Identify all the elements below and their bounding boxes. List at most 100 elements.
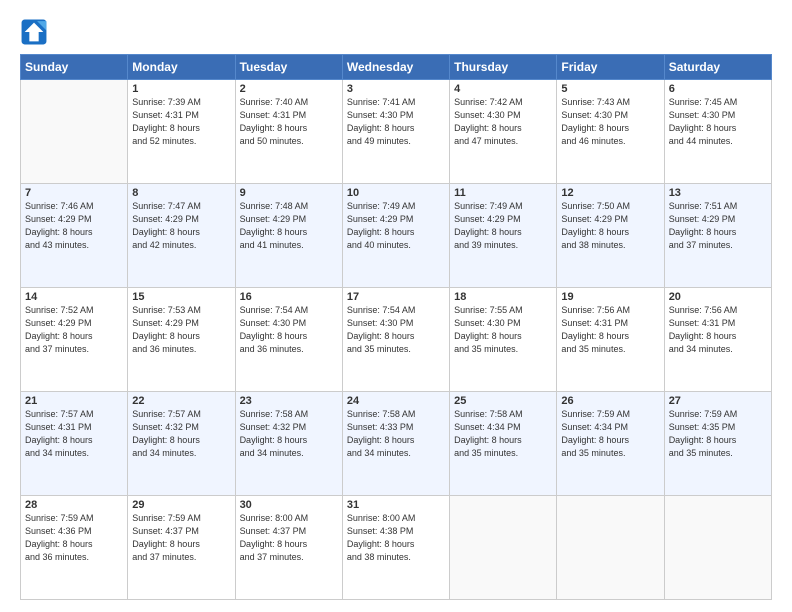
- day-info: Sunrise: 7:48 AM Sunset: 4:29 PM Dayligh…: [240, 200, 338, 252]
- day-number: 13: [669, 187, 767, 199]
- calendar-cell: 19Sunrise: 7:56 AM Sunset: 4:31 PM Dayli…: [557, 288, 664, 392]
- day-number: 17: [347, 291, 445, 303]
- calendar-cell: 27Sunrise: 7:59 AM Sunset: 4:35 PM Dayli…: [664, 392, 771, 496]
- day-number: 24: [347, 395, 445, 407]
- calendar-cell: 3Sunrise: 7:41 AM Sunset: 4:30 PM Daylig…: [342, 80, 449, 184]
- day-number: 16: [240, 291, 338, 303]
- day-info: Sunrise: 7:56 AM Sunset: 4:31 PM Dayligh…: [561, 304, 659, 356]
- calendar-cell: 7Sunrise: 7:46 AM Sunset: 4:29 PM Daylig…: [21, 184, 128, 288]
- day-info: Sunrise: 7:53 AM Sunset: 4:29 PM Dayligh…: [132, 304, 230, 356]
- calendar-cell: 30Sunrise: 8:00 AM Sunset: 4:37 PM Dayli…: [235, 496, 342, 600]
- day-number: 7: [25, 187, 123, 199]
- calendar-cell: 11Sunrise: 7:49 AM Sunset: 4:29 PM Dayli…: [450, 184, 557, 288]
- calendar-cell: 16Sunrise: 7:54 AM Sunset: 4:30 PM Dayli…: [235, 288, 342, 392]
- weekday-header-thursday: Thursday: [450, 55, 557, 80]
- day-number: 29: [132, 499, 230, 511]
- day-info: Sunrise: 7:39 AM Sunset: 4:31 PM Dayligh…: [132, 96, 230, 148]
- day-number: 20: [669, 291, 767, 303]
- weekday-header-wednesday: Wednesday: [342, 55, 449, 80]
- calendar-cell: [450, 496, 557, 600]
- weekday-header-monday: Monday: [128, 55, 235, 80]
- day-number: 23: [240, 395, 338, 407]
- calendar-week-row: 28Sunrise: 7:59 AM Sunset: 4:36 PM Dayli…: [21, 496, 772, 600]
- calendar-cell: 4Sunrise: 7:42 AM Sunset: 4:30 PM Daylig…: [450, 80, 557, 184]
- day-number: 25: [454, 395, 552, 407]
- day-number: 10: [347, 187, 445, 199]
- day-info: Sunrise: 7:56 AM Sunset: 4:31 PM Dayligh…: [669, 304, 767, 356]
- day-info: Sunrise: 7:40 AM Sunset: 4:31 PM Dayligh…: [240, 96, 338, 148]
- day-info: Sunrise: 7:58 AM Sunset: 4:33 PM Dayligh…: [347, 408, 445, 460]
- weekday-header-tuesday: Tuesday: [235, 55, 342, 80]
- calendar-week-row: 7Sunrise: 7:46 AM Sunset: 4:29 PM Daylig…: [21, 184, 772, 288]
- day-number: 5: [561, 83, 659, 95]
- weekday-header-sunday: Sunday: [21, 55, 128, 80]
- calendar-cell: [21, 80, 128, 184]
- day-number: 3: [347, 83, 445, 95]
- day-info: Sunrise: 7:50 AM Sunset: 4:29 PM Dayligh…: [561, 200, 659, 252]
- day-number: 27: [669, 395, 767, 407]
- calendar-cell: 18Sunrise: 7:55 AM Sunset: 4:30 PM Dayli…: [450, 288, 557, 392]
- calendar-cell: 23Sunrise: 7:58 AM Sunset: 4:32 PM Dayli…: [235, 392, 342, 496]
- calendar-cell: 20Sunrise: 7:56 AM Sunset: 4:31 PM Dayli…: [664, 288, 771, 392]
- calendar-cell: 15Sunrise: 7:53 AM Sunset: 4:29 PM Dayli…: [128, 288, 235, 392]
- day-info: Sunrise: 8:00 AM Sunset: 4:37 PM Dayligh…: [240, 512, 338, 564]
- day-number: 30: [240, 499, 338, 511]
- calendar-cell: 26Sunrise: 7:59 AM Sunset: 4:34 PM Dayli…: [557, 392, 664, 496]
- calendar-week-row: 1Sunrise: 7:39 AM Sunset: 4:31 PM Daylig…: [21, 80, 772, 184]
- calendar-cell: 22Sunrise: 7:57 AM Sunset: 4:32 PM Dayli…: [128, 392, 235, 496]
- calendar-cell: 5Sunrise: 7:43 AM Sunset: 4:30 PM Daylig…: [557, 80, 664, 184]
- day-info: Sunrise: 7:46 AM Sunset: 4:29 PM Dayligh…: [25, 200, 123, 252]
- calendar-cell: 29Sunrise: 7:59 AM Sunset: 4:37 PM Dayli…: [128, 496, 235, 600]
- calendar-cell: 28Sunrise: 7:59 AM Sunset: 4:36 PM Dayli…: [21, 496, 128, 600]
- calendar-cell: 21Sunrise: 7:57 AM Sunset: 4:31 PM Dayli…: [21, 392, 128, 496]
- calendar-cell: 14Sunrise: 7:52 AM Sunset: 4:29 PM Dayli…: [21, 288, 128, 392]
- calendar-week-row: 21Sunrise: 7:57 AM Sunset: 4:31 PM Dayli…: [21, 392, 772, 496]
- calendar-cell: 10Sunrise: 7:49 AM Sunset: 4:29 PM Dayli…: [342, 184, 449, 288]
- day-info: Sunrise: 7:49 AM Sunset: 4:29 PM Dayligh…: [454, 200, 552, 252]
- day-info: Sunrise: 7:54 AM Sunset: 4:30 PM Dayligh…: [347, 304, 445, 356]
- day-number: 18: [454, 291, 552, 303]
- day-number: 19: [561, 291, 659, 303]
- weekday-header-row: SundayMondayTuesdayWednesdayThursdayFrid…: [21, 55, 772, 80]
- day-info: Sunrise: 7:55 AM Sunset: 4:30 PM Dayligh…: [454, 304, 552, 356]
- calendar-cell: 6Sunrise: 7:45 AM Sunset: 4:30 PM Daylig…: [664, 80, 771, 184]
- calendar-cell: 17Sunrise: 7:54 AM Sunset: 4:30 PM Dayli…: [342, 288, 449, 392]
- day-number: 2: [240, 83, 338, 95]
- day-info: Sunrise: 7:42 AM Sunset: 4:30 PM Dayligh…: [454, 96, 552, 148]
- day-info: Sunrise: 7:45 AM Sunset: 4:30 PM Dayligh…: [669, 96, 767, 148]
- calendar-cell: 1Sunrise: 7:39 AM Sunset: 4:31 PM Daylig…: [128, 80, 235, 184]
- calendar-cell: [557, 496, 664, 600]
- day-number: 9: [240, 187, 338, 199]
- day-number: 12: [561, 187, 659, 199]
- calendar-cell: 9Sunrise: 7:48 AM Sunset: 4:29 PM Daylig…: [235, 184, 342, 288]
- weekday-header-friday: Friday: [557, 55, 664, 80]
- day-info: Sunrise: 8:00 AM Sunset: 4:38 PM Dayligh…: [347, 512, 445, 564]
- day-info: Sunrise: 7:47 AM Sunset: 4:29 PM Dayligh…: [132, 200, 230, 252]
- day-number: 31: [347, 499, 445, 511]
- day-number: 6: [669, 83, 767, 95]
- calendar-week-row: 14Sunrise: 7:52 AM Sunset: 4:29 PM Dayli…: [21, 288, 772, 392]
- day-info: Sunrise: 7:58 AM Sunset: 4:32 PM Dayligh…: [240, 408, 338, 460]
- day-number: 1: [132, 83, 230, 95]
- day-number: 21: [25, 395, 123, 407]
- day-info: Sunrise: 7:58 AM Sunset: 4:34 PM Dayligh…: [454, 408, 552, 460]
- day-info: Sunrise: 7:49 AM Sunset: 4:29 PM Dayligh…: [347, 200, 445, 252]
- calendar-cell: 13Sunrise: 7:51 AM Sunset: 4:29 PM Dayli…: [664, 184, 771, 288]
- day-number: 4: [454, 83, 552, 95]
- day-info: Sunrise: 7:41 AM Sunset: 4:30 PM Dayligh…: [347, 96, 445, 148]
- calendar-cell: 31Sunrise: 8:00 AM Sunset: 4:38 PM Dayli…: [342, 496, 449, 600]
- logo-icon: [20, 18, 48, 46]
- day-info: Sunrise: 7:54 AM Sunset: 4:30 PM Dayligh…: [240, 304, 338, 356]
- calendar-cell: 24Sunrise: 7:58 AM Sunset: 4:33 PM Dayli…: [342, 392, 449, 496]
- calendar-cell: 25Sunrise: 7:58 AM Sunset: 4:34 PM Dayli…: [450, 392, 557, 496]
- day-info: Sunrise: 7:59 AM Sunset: 4:36 PM Dayligh…: [25, 512, 123, 564]
- page-header: [20, 18, 772, 46]
- day-info: Sunrise: 7:57 AM Sunset: 4:31 PM Dayligh…: [25, 408, 123, 460]
- day-number: 28: [25, 499, 123, 511]
- day-number: 14: [25, 291, 123, 303]
- weekday-header-saturday: Saturday: [664, 55, 771, 80]
- day-info: Sunrise: 7:51 AM Sunset: 4:29 PM Dayligh…: [669, 200, 767, 252]
- day-info: Sunrise: 7:59 AM Sunset: 4:34 PM Dayligh…: [561, 408, 659, 460]
- day-number: 22: [132, 395, 230, 407]
- day-number: 8: [132, 187, 230, 199]
